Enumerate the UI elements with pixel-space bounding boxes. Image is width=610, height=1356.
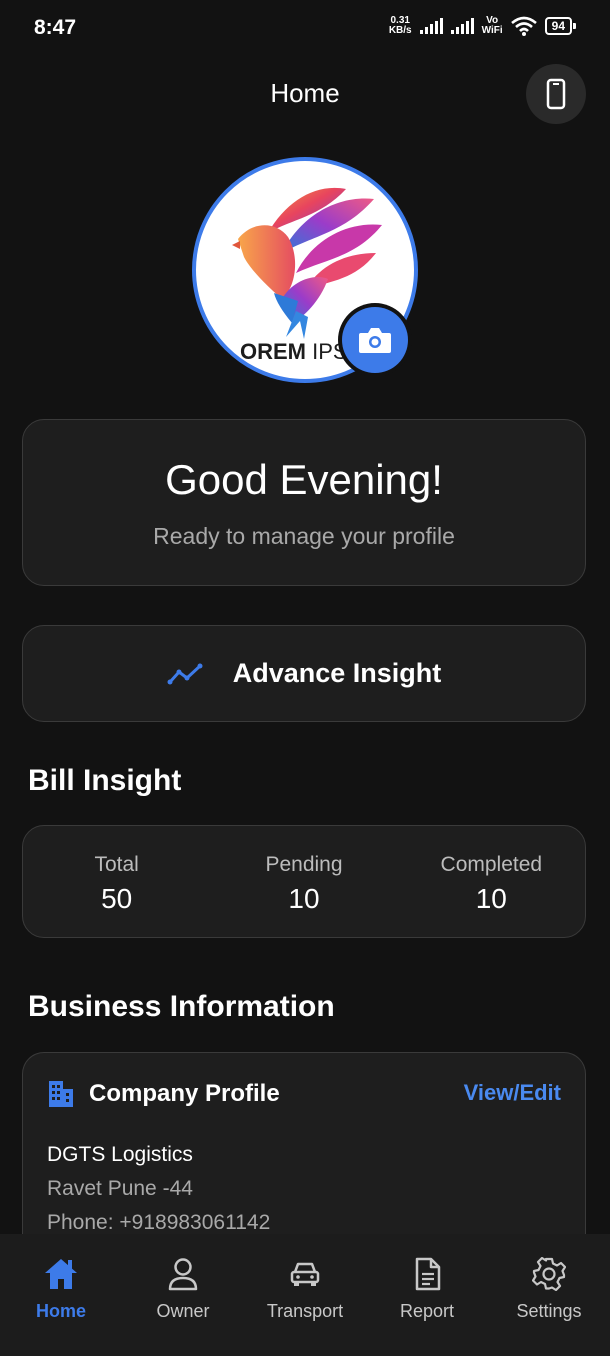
- signal-icon: [419, 18, 443, 34]
- nav-label: Home: [35, 1301, 86, 1321]
- bottom-nav: Home Owner Transport Report Settings: [0, 1234, 610, 1356]
- nav-label: Settings: [516, 1301, 582, 1321]
- greeting-title: Good Evening!: [165, 456, 443, 503]
- document-icon: [415, 1257, 441, 1291]
- car-icon: [290, 1262, 320, 1286]
- person-icon: [168, 1258, 198, 1291]
- company-address: Ravet Pune -44: [47, 1177, 193, 1200]
- nav-label: Owner: [156, 1301, 210, 1321]
- profile-avatar-area: OREM IPS: [192, 157, 418, 383]
- advance-insight-button[interactable]: Advance Insight: [22, 625, 586, 722]
- logo-text: OREM IPS: [240, 339, 348, 365]
- stat-label: Completed: [440, 853, 543, 876]
- wifi-label: WiFi: [481, 25, 503, 36]
- device-button[interactable]: [526, 64, 586, 124]
- stat-completed[interactable]: Completed 10: [398, 826, 585, 937]
- view-edit-link[interactable]: View/Edit: [464, 1080, 561, 1106]
- nav-label: Report: [399, 1301, 455, 1321]
- nav-item-owner[interactable]: Owner: [122, 1234, 244, 1356]
- bill-insight-title: Bill Insight: [28, 764, 182, 797]
- change-photo-button[interactable]: [338, 303, 412, 377]
- wifi-icon: [510, 16, 537, 36]
- status-bar: 8:47 0.31 KB/s Vo WiFi 94: [0, 0, 610, 60]
- stat-label: Total: [94, 853, 139, 876]
- status-icons: 0.31 KB/s Vo WiFi 94: [389, 16, 576, 36]
- camera-icon: [359, 328, 391, 353]
- company-profile-header: Company Profile: [47, 1079, 280, 1109]
- stat-label: Pending: [265, 853, 343, 876]
- stat-pending[interactable]: Pending 10: [210, 826, 397, 937]
- gear-icon: [532, 1257, 566, 1291]
- building-icon: [49, 1081, 73, 1107]
- nav-item-settings[interactable]: Settings: [488, 1234, 610, 1356]
- nav-item-transport[interactable]: Transport: [244, 1234, 366, 1356]
- company-phone: Phone: +918983061142: [47, 1211, 271, 1234]
- vowifi-indicator: Vo WiFi: [482, 16, 503, 36]
- stat-value: 10: [288, 883, 320, 914]
- stat-total[interactable]: Total 50: [23, 826, 210, 937]
- stat-value: 50: [101, 883, 133, 914]
- signal-icon-2: [450, 18, 474, 34]
- phone-icon: [546, 78, 566, 110]
- company-name: DGTS Logistics: [47, 1143, 193, 1166]
- stat-value: 10: [475, 883, 507, 914]
- nav-label: Transport: [266, 1301, 344, 1321]
- nav-item-report[interactable]: Report: [366, 1234, 488, 1356]
- greeting-card: Good Evening! Ready to manage your profi…: [22, 419, 586, 586]
- battery-level: 94: [544, 17, 572, 35]
- company-profile-label: Company Profile: [89, 1080, 280, 1107]
- trend-line-icon: [167, 663, 203, 684]
- status-time: 8:47: [34, 16, 77, 39]
- greeting-subtitle: Ready to manage your profile: [153, 523, 455, 549]
- network-speed: 0.31 KB/s: [389, 16, 412, 36]
- logo-text-bold: OREM: [240, 339, 306, 364]
- business-info-title: Business Information: [28, 990, 335, 1023]
- bill-insight-card: Total 50 Pending 10 Completed 10: [22, 825, 586, 938]
- battery-icon: 94: [544, 17, 576, 35]
- home-icon: [45, 1259, 77, 1289]
- advance-insight-label: Advance Insight: [232, 658, 442, 688]
- network-speed-unit: KB/s: [388, 25, 412, 36]
- nav-item-home[interactable]: Home: [0, 1234, 122, 1356]
- page-title: Home: [270, 78, 340, 108]
